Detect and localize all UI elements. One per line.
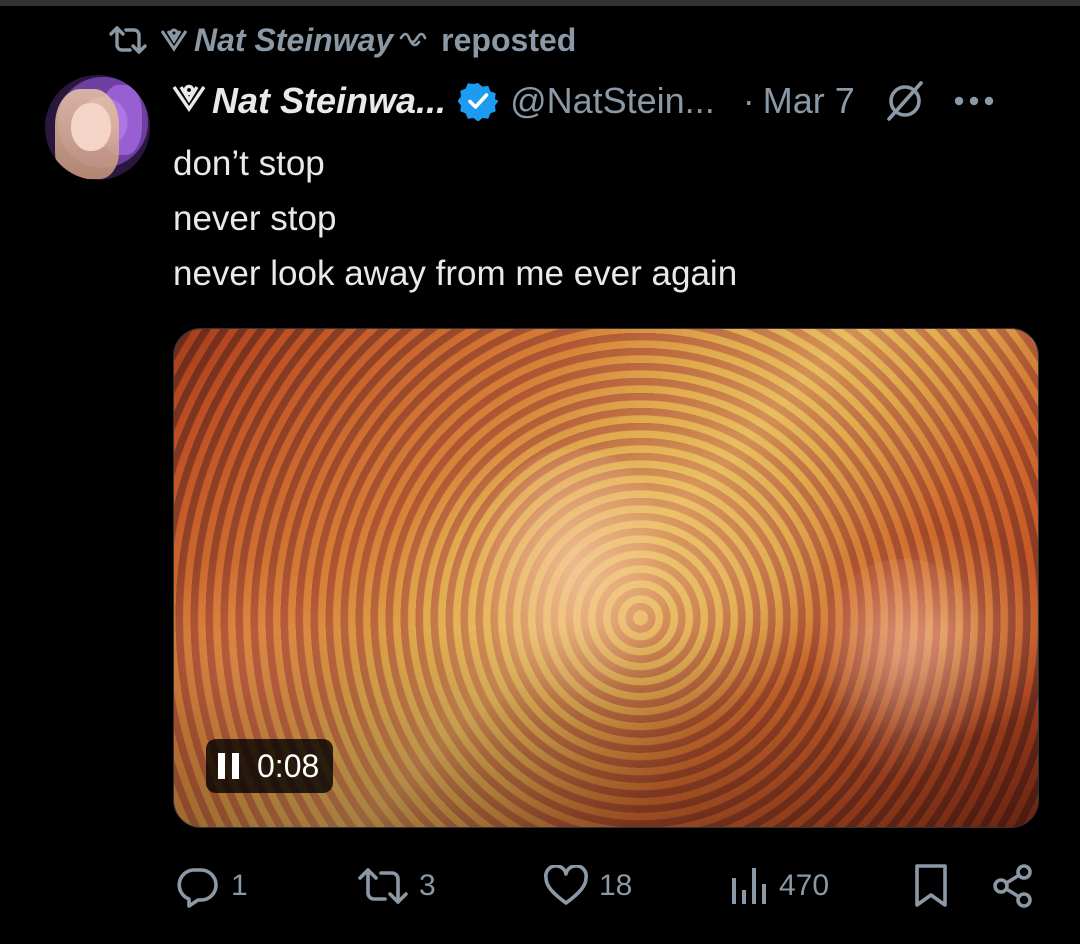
share-button[interactable] (991, 860, 1035, 912)
views-count: 470 (779, 869, 830, 902)
heart-icon (543, 865, 589, 907)
verified-badge-icon[interactable] (458, 81, 499, 121)
tweet-text-line: don’t stop (173, 144, 325, 183)
repost-count: 3 (419, 869, 436, 902)
like-count: 18 (599, 869, 633, 902)
avatar[interactable] (45, 75, 150, 180)
video-playback-control[interactable]: 0:08 (206, 739, 334, 793)
tweet-date[interactable]: Mar 7 (763, 80, 855, 122)
bookmark-icon (913, 863, 949, 909)
author-display-name[interactable]: Nat Steinwa... (212, 80, 446, 122)
tweet-text-line: never look away from me ever again (173, 254, 738, 293)
repost-label: reposted (441, 21, 577, 58)
repost-icon (108, 25, 148, 55)
reply-button[interactable]: 1 (173, 860, 248, 912)
action-bar: 1 3 18 470 (173, 860, 1043, 912)
author-name-group[interactable]: Nat Steinwa... (172, 80, 446, 122)
grok-icon[interactable] (883, 79, 927, 123)
bookmark-button[interactable] (913, 860, 949, 912)
reply-icon (173, 864, 221, 908)
repost-icon (357, 867, 409, 905)
views-button[interactable]: 470 (729, 860, 829, 912)
reposter-name[interactable]: Nat Steinway (194, 22, 393, 59)
more-icon[interactable] (953, 95, 995, 107)
tweet-text: don’t stop never stop never look away fr… (173, 136, 1033, 301)
like-button[interactable]: 18 (543, 860, 632, 912)
separator-dot: · (742, 80, 755, 121)
emblem-icon (160, 27, 188, 53)
tweet-header: Nat Steinwa... @NatStein... · Mar 7 (172, 76, 1040, 126)
repost-context[interactable]: Nat Steinway reposted (108, 20, 576, 60)
views-icon (729, 864, 769, 908)
pause-icon[interactable] (218, 753, 239, 779)
swirl-icon (399, 30, 429, 50)
author-handle[interactable]: @NatStein... (510, 80, 715, 122)
emblem-icon (172, 80, 206, 122)
repost-button[interactable]: 3 (357, 860, 436, 912)
video-player[interactable]: 0:08 (173, 328, 1039, 828)
share-icon (991, 863, 1035, 909)
top-divider (0, 0, 1080, 6)
video-timestamp: 0:08 (257, 747, 320, 784)
tweet-text-line: never stop (173, 199, 337, 238)
reply-count: 1 (231, 869, 248, 902)
